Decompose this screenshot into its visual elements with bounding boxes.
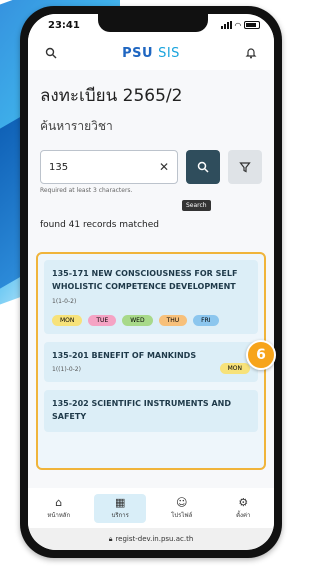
search-icon[interactable]	[42, 44, 60, 62]
logo-main: PSU	[122, 45, 154, 61]
profile-icon: ☺	[176, 495, 188, 509]
wifi-icon: ◠	[234, 20, 241, 30]
search-button-icon	[197, 161, 209, 173]
search-input[interactable]: 135 ✕	[40, 150, 178, 184]
page-title: ลงทะเบียน 2565/2	[40, 86, 183, 106]
course-title: 135-201 BENEFIT OF MANKINDS	[52, 350, 197, 360]
nav-label: โปรไฟล์	[171, 511, 193, 519]
phone-screen: 23:41 ◠ PSU SIS ลงทะเบียน 2565/2 ค้นหารา…	[28, 14, 274, 550]
grid-icon: ▦	[115, 495, 126, 509]
day-badge-tue: TUE	[88, 314, 117, 326]
results-count: found 41 records matched	[40, 220, 159, 230]
search-hint: Required at least 3 characters.	[40, 187, 133, 194]
home-icon: ⌂	[55, 495, 63, 509]
search-row: 135 ✕ Required at least 3 characters.	[40, 150, 262, 194]
nav-item-profile[interactable]: ☺ โปรไฟล์	[156, 494, 208, 523]
course-days: MON TUE WED THU FRI	[52, 314, 250, 326]
nav-item-services[interactable]: ▦ บริการ	[94, 493, 147, 523]
battery-icon	[244, 21, 260, 29]
course-card[interactable]: 135-171 NEW CONSCIOUSNESS FOR SELF WHOLI…	[44, 260, 258, 334]
search-value: 135	[49, 161, 69, 173]
bell-icon[interactable]	[242, 44, 260, 62]
url-text: regist-dev.in.psu.ac.th	[115, 535, 194, 543]
logo-sub: SIS	[158, 45, 180, 61]
results-list[interactable]: 135-171 NEW CONSCIOUSNESS FOR SELF WHOLI…	[36, 252, 266, 470]
page-subtitle: ค้นหารายวิชา	[40, 119, 113, 133]
search-tooltip: Search	[182, 200, 211, 211]
search-button[interactable]	[186, 150, 220, 184]
status-icons: ◠	[220, 20, 260, 30]
course-card[interactable]: 135-202 SCIENTIFIC INSTRUMENTS AND SAFET…	[44, 390, 258, 432]
nav-item-home[interactable]: ⌂ หน้าหลัก	[33, 494, 85, 523]
filter-icon	[239, 162, 251, 173]
bottom-nav: ⌂ หน้าหลัก ▦ บริการ ☺ โปรไฟล์ ⚙ ตั้งค่า	[28, 488, 274, 528]
app-logo: PSU SIS	[122, 46, 180, 61]
search-column: 135 ✕ Required at least 3 characters.	[40, 150, 178, 194]
status-time: 23:41	[48, 19, 80, 31]
browser-url-bar[interactable]: 🔒︎ regist-dev.in.psu.ac.th	[28, 528, 274, 550]
day-badge-fri: FRI	[193, 314, 219, 326]
day-badge-mon: MON	[219, 363, 250, 375]
annotation-badge: 6	[246, 340, 276, 370]
course-title: 135-202 SCIENTIFIC INSTRUMENTS AND SAFET…	[52, 399, 232, 422]
nav-label: บริการ	[111, 511, 129, 519]
day-badge-mon: MON	[52, 314, 83, 326]
gear-icon: ⚙	[238, 495, 249, 509]
phone-frame: 23:41 ◠ PSU SIS ลงทะเบียน 2565/2 ค้นหารา…	[20, 6, 282, 558]
day-badge-wed: WED	[122, 314, 153, 326]
clear-icon[interactable]: ✕	[159, 160, 169, 174]
main-content: ลงทะเบียน 2565/2 ค้นหารายวิชา 135 ✕ Requ…	[28, 70, 274, 230]
course-days: MON	[52, 363, 250, 375]
nav-item-settings[interactable]: ⚙ ตั้งค่า	[217, 494, 269, 523]
filter-button[interactable]	[228, 150, 262, 184]
day-badge-thu: THU	[158, 314, 188, 326]
course-title: 135-171 NEW CONSCIOUSNESS FOR SELF WHOLI…	[52, 269, 238, 291]
app-header: PSU SIS	[28, 36, 274, 70]
course-card[interactable]: 135-201 BENEFIT OF MANKINDS 1((1)-0-2) M…	[44, 341, 258, 383]
phone-notch	[98, 14, 208, 32]
nav-label: ตั้งค่า	[236, 511, 251, 519]
signal-icon	[220, 21, 232, 29]
lock-icon: 🔒︎	[108, 534, 113, 543]
course-credit: 1(1-0-2)	[52, 297, 77, 305]
nav-label: หน้าหลัก	[47, 511, 71, 519]
